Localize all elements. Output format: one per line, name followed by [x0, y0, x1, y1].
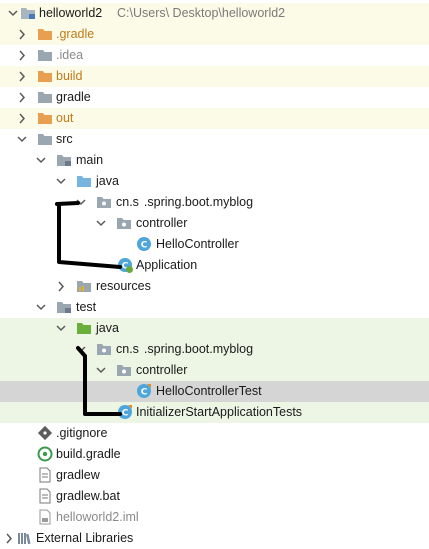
tree-item-initializer-test[interactable]: C InitializerStartApplicationTests: [0, 402, 429, 423]
tree-label: cn.s .spring.boot.myblog: [116, 195, 254, 209]
project-path: C:\Users\ Desktop\helloworld2: [117, 6, 286, 20]
folder-icon: [37, 131, 53, 147]
tree-item-gradlew[interactable]: gradlew: [0, 465, 429, 486]
project-root-row[interactable]: helloworld2 C:\Users\ Desktop\helloworld…: [0, 3, 429, 24]
tree-label: build.gradle: [56, 447, 121, 461]
chevron-right-icon[interactable]: [15, 87, 29, 108]
svg-text:C: C: [141, 388, 148, 398]
chevron-right-icon[interactable]: [15, 24, 29, 45]
chevron-down-icon[interactable]: [34, 150, 48, 171]
tree-label: build: [56, 69, 83, 83]
tree-label: src: [56, 132, 73, 146]
tree-item-application[interactable]: C Application: [0, 255, 429, 276]
tree-label: out: [56, 111, 74, 125]
project-name: helloworld2: [39, 6, 103, 20]
tree-item-out[interactable]: out: [0, 108, 429, 129]
package-icon: [96, 194, 112, 210]
chevron-right-icon[interactable]: [15, 66, 29, 87]
chevron-right-icon[interactable]: [15, 108, 29, 129]
source-folder-icon: [76, 173, 92, 189]
folder-icon: [37, 89, 53, 105]
tree-item-hello-controller[interactable]: C HelloController: [0, 234, 429, 255]
chevron-down-icon[interactable]: [74, 192, 88, 213]
spring-boot-class-icon: C: [117, 257, 133, 273]
tree-label: InitializerStartApplicationTests: [136, 405, 303, 419]
tree-item-gradle[interactable]: gradle: [0, 87, 429, 108]
test-class-icon: C: [117, 404, 133, 420]
svg-text:C: C: [122, 409, 129, 419]
chevron-down-icon[interactable]: [54, 318, 68, 339]
tree-item-dot-gradle[interactable]: .gradle: [0, 24, 429, 45]
chevron-down-icon[interactable]: [6, 3, 20, 24]
excluded-folder-icon: [37, 26, 53, 42]
tree-label: java: [96, 174, 119, 188]
tree-label: gradle: [56, 90, 91, 104]
tree-label: .gitignore: [56, 426, 108, 440]
package-icon: [116, 215, 132, 231]
module-folder-icon: [20, 5, 36, 21]
folder-icon: [56, 152, 72, 168]
tree-label: helloworld2.iml: [56, 510, 139, 524]
tree-label: resources: [96, 279, 151, 293]
tree-item-main-package[interactable]: cn.s .spring.boot.myblog: [0, 192, 429, 213]
chevron-right-icon[interactable]: [54, 276, 68, 297]
tree-item-build[interactable]: build: [0, 66, 429, 87]
tree-label: test: [76, 300, 97, 314]
chevron-down-icon[interactable]: [15, 129, 29, 150]
excluded-folder-icon: [37, 110, 53, 126]
chevron-down-icon[interactable]: [34, 297, 48, 318]
module-file-icon: [37, 509, 53, 525]
tree-label: controller: [136, 216, 188, 230]
tree-item-test[interactable]: test: [0, 297, 429, 318]
tree-item-gradlew-bat[interactable]: gradlew.bat: [0, 486, 429, 507]
folder-icon: [56, 299, 72, 315]
chevron-down-icon[interactable]: [54, 171, 68, 192]
resources-folder-icon: [76, 278, 92, 294]
excluded-folder-icon: [37, 68, 53, 84]
tree-item-test-controller[interactable]: controller: [0, 360, 429, 381]
tree-label: cn.s .spring.boot.myblog: [116, 342, 254, 356]
chevron-down-icon[interactable]: [74, 339, 88, 360]
tree-item-test-package[interactable]: cn.s .spring.boot.myblog: [0, 339, 429, 360]
tree-label: .idea: [56, 48, 84, 62]
chevron-right-icon[interactable]: [15, 45, 29, 66]
tree-label: .gradle: [56, 27, 95, 41]
tree-item-build-gradle[interactable]: build.gradle: [0, 444, 429, 465]
svg-text:C: C: [141, 241, 148, 251]
tree-item-src[interactable]: src: [0, 129, 429, 150]
test-class-icon: C: [136, 383, 152, 399]
chevron-down-icon[interactable]: [94, 360, 108, 381]
tree-label: Application: [136, 258, 198, 272]
tree-item-main-controller[interactable]: controller: [0, 213, 429, 234]
chevron-down-icon[interactable]: [94, 213, 108, 234]
git-file-icon: [37, 425, 53, 441]
tree-item-resources[interactable]: resources: [0, 276, 429, 297]
folder-icon: [37, 47, 53, 63]
tree-label: gradlew: [56, 468, 100, 482]
tree-item-main[interactable]: main: [0, 150, 429, 171]
libraries-icon: [17, 530, 33, 546]
text-file-icon: [37, 488, 53, 504]
tree-item-main-java[interactable]: java: [0, 171, 429, 192]
tree-item-iml[interactable]: helloworld2.iml: [0, 507, 429, 528]
class-icon: C: [136, 236, 152, 252]
tree-label: java: [96, 321, 119, 335]
tree-item-idea[interactable]: .idea: [0, 45, 429, 66]
text-file-icon: [37, 467, 53, 483]
tree-label: HelloControllerTest: [156, 384, 262, 398]
package-icon: [116, 362, 132, 378]
test-source-folder-icon: [76, 320, 92, 336]
tree-item-test-java[interactable]: java: [0, 318, 429, 339]
gradle-file-icon: [37, 446, 53, 462]
tree-label: controller: [136, 363, 188, 377]
tree-item-gitignore[interactable]: .gitignore: [0, 423, 429, 444]
tree-label: gradlew.bat: [56, 489, 120, 503]
tree-label: HelloController: [156, 237, 239, 251]
tree-label: main: [76, 153, 104, 167]
package-icon: [96, 341, 112, 357]
tree-item-hello-controller-test[interactable]: C HelloControllerTest: [0, 381, 429, 402]
